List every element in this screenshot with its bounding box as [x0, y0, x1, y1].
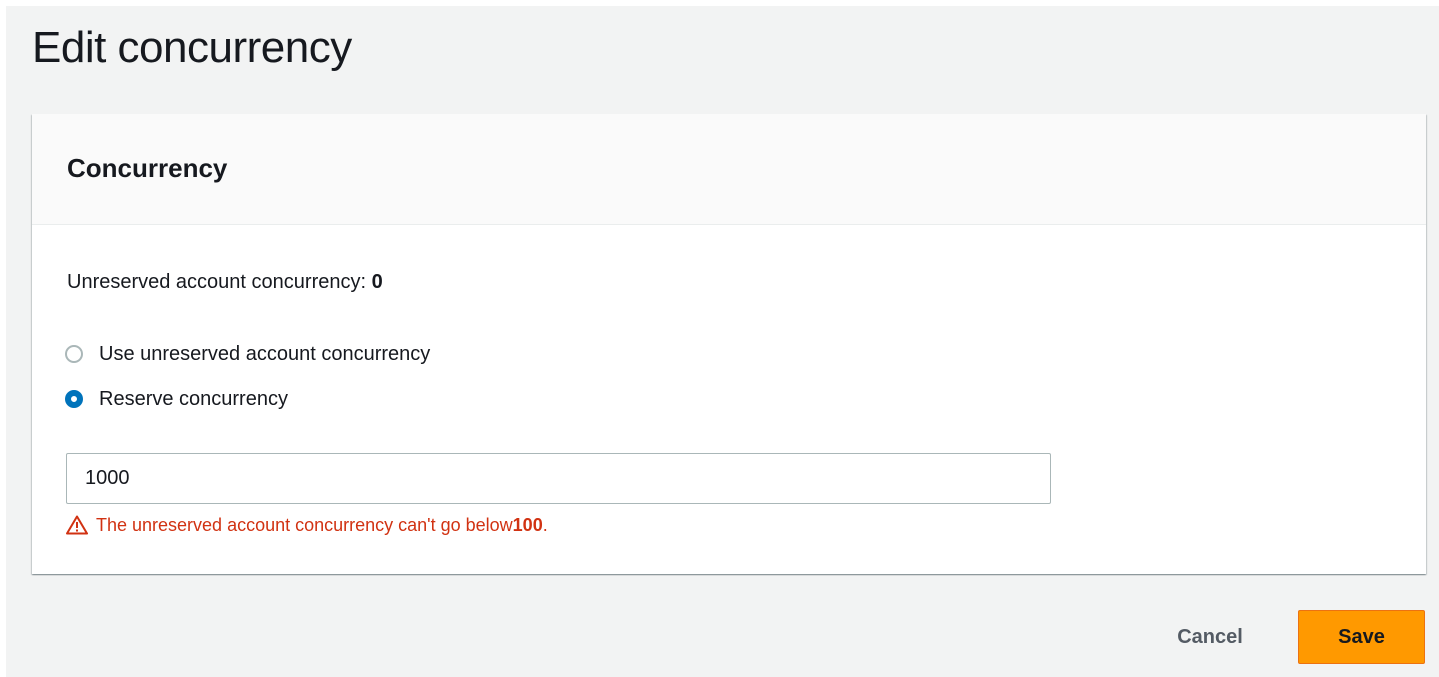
unreserved-concurrency-label: Unreserved account concurrency: — [67, 271, 372, 293]
validation-error: The unreserved account concurrency can't… — [66, 512, 548, 538]
panel-header: Concurrency — [32, 114, 1426, 225]
error-suffix: . — [542, 515, 548, 535]
panel-title: Concurrency — [67, 153, 228, 183]
error-value: 100 — [512, 515, 543, 535]
reserved-concurrency-input[interactable] — [66, 453, 1051, 504]
radio-button-selected[interactable] — [65, 390, 83, 408]
reserve-concurrency-option[interactable]: Reserve concurrency — [65, 385, 288, 413]
reserve-concurrency-label: Reserve concurrency — [99, 388, 288, 410]
save-button[interactable]: Save — [1298, 610, 1425, 664]
use-unreserved-label: Use unreserved account concurrency — [99, 343, 431, 365]
concurrency-panel: Concurrency Unreserved account concurren… — [32, 114, 1426, 574]
warning-icon — [66, 515, 88, 535]
radio-button-unselected[interactable] — [65, 345, 83, 363]
unreserved-concurrency-info: Unreserved account concurrency: 0 — [67, 268, 383, 296]
page-title: Edit concurrency — [32, 23, 352, 72]
unreserved-concurrency-value: 0 — [371, 271, 383, 293]
use-unreserved-option[interactable]: Use unreserved account concurrency — [65, 340, 430, 368]
cancel-button[interactable]: Cancel — [1150, 610, 1270, 664]
error-text: The unreserved account concurrency can't… — [96, 515, 513, 535]
